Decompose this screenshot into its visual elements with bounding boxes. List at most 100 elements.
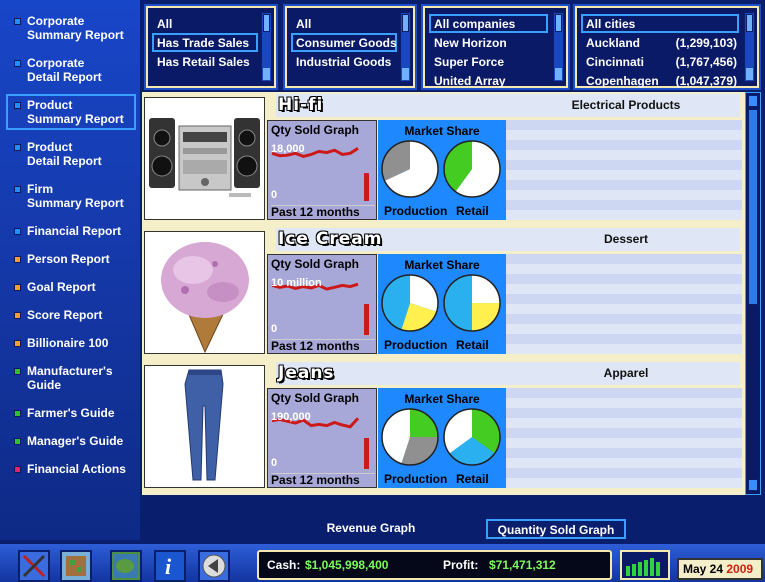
goods-option[interactable]: Consumer Goods (291, 33, 397, 52)
sidebar-item-3[interactable]: Product Detail Report (10, 140, 132, 168)
latest-month-bar (364, 438, 369, 469)
sidebar-item-label: Financial Report (27, 224, 122, 238)
qty-sold-graph[interactable]: Qty Sold Graph 18,000 0 Past 12 months (267, 120, 377, 220)
bullet-icon (14, 60, 21, 67)
companies-option[interactable]: New Horizon (429, 33, 548, 52)
sidebar-item-label: Score Report (27, 308, 103, 322)
product-row-jeans[interactable]: Jeans Apparel Qty Sold Graph 190,000 0 P… (142, 362, 745, 492)
sidebar-item-4[interactable]: Firm Summary Report (10, 182, 132, 210)
goods-option[interactable]: Industrial Goods (291, 52, 397, 71)
ice-cream-photo (144, 231, 265, 354)
sidebar-item-11[interactable]: Farmer's Guide (10, 406, 132, 420)
cities-option[interactable]: Copenhagen (1,047,379) (581, 71, 739, 90)
sidebar-item-10[interactable]: Manufacturer's Guide (10, 364, 132, 392)
goods-filter-scrollbar[interactable] (400, 12, 411, 82)
company-filter-scrollbar[interactable] (553, 12, 564, 82)
bullet-icon (14, 186, 21, 193)
qty-sold-graph[interactable]: Qty Sold Graph 190,000 0 Past 12 months (267, 388, 377, 488)
back-icon[interactable] (198, 550, 230, 582)
finance-status: Cash: $1,045,998,400 Profit: $71,471,312 (257, 550, 612, 580)
bullet-icon (14, 438, 21, 445)
sidebar-item-6[interactable]: Person Report (10, 252, 132, 266)
bullet-icon (14, 256, 21, 263)
companies-option[interactable]: All companies (429, 14, 548, 33)
profit-label: Profit: (443, 558, 479, 572)
cities-option[interactable]: Cincinnati (1,767,456) (581, 52, 739, 71)
game-date: May 24 2009 (677, 558, 763, 580)
retail-pie[interactable] (442, 138, 502, 200)
product-list-scrollbar[interactable] (745, 92, 761, 495)
companies-option[interactable]: Super Force (429, 52, 548, 71)
product-category: Apparel (603, 366, 649, 380)
cities-option[interactable]: Auckland (1,299,103) (581, 33, 739, 52)
city-filter[interactable]: All cities Auckland (1,299,103) Cincinnati(… (573, 4, 761, 90)
sidebar-item-label: Product Detail Report (27, 140, 102, 168)
sidebar-item-label: Farmer's Guide (27, 406, 115, 420)
production-pie[interactable] (380, 138, 440, 200)
sidebar-item-label: Manager's Guide (27, 434, 124, 448)
tools-icon[interactable] (18, 550, 50, 582)
sidebar-item-label: Billionaire 100 (27, 336, 109, 350)
profit-value: $71,471,312 (489, 558, 556, 572)
market-share-panel[interactable]: Market Share Production Retail (378, 120, 506, 220)
sidebar-item-7[interactable]: Goal Report (10, 280, 132, 294)
sales-filter-scrollbar[interactable] (261, 12, 272, 82)
sidebar-item-0[interactable]: Corporate Summary Report (10, 14, 132, 42)
sidebar-item-2[interactable]: Product Summary Report (6, 94, 136, 130)
sales-option[interactable]: All (152, 14, 258, 33)
hifi-photo (144, 97, 265, 220)
city-filter-scrollbar[interactable] (744, 12, 755, 82)
bullet-icon (14, 284, 21, 291)
jeans-photo (144, 365, 265, 488)
sidebar-item-8[interactable]: Score Report (10, 308, 132, 322)
goods-type-filter[interactable]: All Consumer Goods Industrial Goods (283, 4, 417, 90)
retail-pie[interactable] (442, 272, 502, 334)
sidebar-item-9[interactable]: Billionaire 100 (10, 336, 132, 350)
bullet-icon (14, 466, 21, 473)
company-filter[interactable]: All companies New Horizon Super Force Unite… (421, 4, 570, 90)
info-icon[interactable]: i (154, 550, 186, 582)
world-map-icon[interactable] (110, 550, 142, 582)
market-share-panel[interactable]: Market Share Production Retail (378, 388, 506, 488)
production-pie[interactable] (380, 406, 440, 468)
bullet-icon (14, 410, 21, 417)
sidebar-item-label: Firm Summary Report (27, 182, 124, 210)
sidebar-item-label: Manufacturer's Guide (27, 364, 113, 392)
goods-option[interactable]: All (291, 14, 397, 33)
sales-option[interactable]: Has Retail Sales (152, 52, 258, 71)
product-row-ice-cream[interactable]: Ice Cream Dessert Qty Sold Graph 10 mill… (142, 228, 745, 358)
sidebar-item-12[interactable]: Manager's Guide (10, 434, 132, 448)
sales-type-filter[interactable]: All Has Trade Sales Has Retail Sales (144, 4, 278, 90)
quantity-sold-graph-tab[interactable]: Quantity Sold Graph (486, 519, 626, 539)
companies-option[interactable]: United Array (429, 71, 548, 90)
latest-month-bar (364, 304, 369, 335)
sidebar-item-label: Corporate Summary Report (27, 14, 124, 42)
bullet-icon (14, 368, 21, 375)
bullet-icon (14, 312, 21, 319)
map-grid-icon[interactable] (60, 550, 92, 582)
sidebar-item-label: Person Report (27, 252, 110, 266)
product-category: Electrical Products (571, 98, 681, 112)
sidebar-item-1[interactable]: Corporate Detail Report (10, 56, 132, 84)
market-share-panel[interactable]: Market Share Production Retail (378, 254, 506, 354)
date-year: 2009 (726, 562, 754, 576)
cash-label: Cash: (267, 558, 301, 572)
bullet-icon (14, 102, 21, 109)
svg-text:i: i (165, 554, 172, 579)
production-pie[interactable] (380, 272, 440, 334)
sidebar-item-label: Corporate Detail Report (27, 56, 102, 84)
retail-pie[interactable] (442, 406, 502, 468)
sidebar-item-label: Product Summary Report (27, 98, 124, 126)
sidebar-item-13[interactable]: Financial Actions (10, 462, 132, 476)
report-sidebar: Corporate Summary Report Corporate Detail… (0, 0, 142, 540)
bullet-icon (14, 228, 21, 235)
product-row-hifi[interactable]: Hi-fi Electrical Products Qty Sold Graph… (142, 94, 745, 224)
cities-option[interactable]: All cities (581, 14, 739, 33)
signal-bars-icon[interactable] (620, 550, 670, 580)
bullet-icon (14, 144, 21, 151)
revenue-graph-tab[interactable]: Revenue Graph (316, 519, 426, 539)
sales-option[interactable]: Has Trade Sales (152, 33, 258, 52)
cash-value: $1,045,998,400 (305, 558, 389, 572)
qty-sold-graph[interactable]: Qty Sold Graph 10 million 0 Past 12 mont… (267, 254, 377, 354)
sidebar-item-5[interactable]: Financial Report (10, 224, 132, 238)
